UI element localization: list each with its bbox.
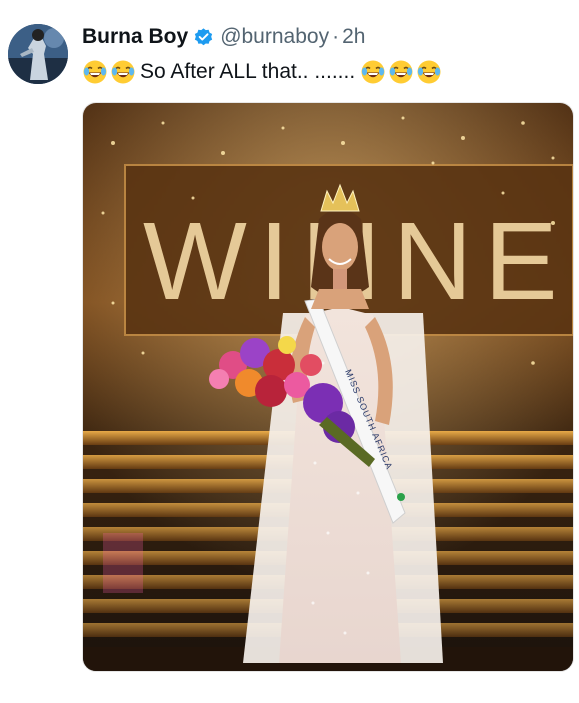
display-name[interactable]: Burna Boy — [82, 25, 188, 49]
verified-badge-icon — [193, 27, 214, 48]
tweet-header: Burna Boy @burnaboy · 2h — [82, 22, 365, 52]
joy-emoji-icon — [416, 59, 442, 85]
tweet-photo[interactable]: WINNE — [82, 102, 574, 672]
tweet-text-content: So After ALL that.. ....... — [140, 60, 356, 83]
joy-emoji-icon — [360, 59, 386, 85]
joy-emoji-icon — [82, 59, 108, 85]
tweet-text: So After ALL that.. ....... — [82, 56, 444, 88]
avatar[interactable] — [8, 24, 68, 84]
separator-dot: · — [332, 25, 340, 48]
joy-emoji-icon — [388, 59, 414, 85]
timestamp[interactable]: 2h — [342, 25, 365, 49]
handle[interactable]: @burnaboy — [220, 25, 329, 49]
joy-emoji-icon — [110, 59, 136, 85]
tweet[interactable]: Burna Boy @burnaboy · 2h So After ALL th… — [0, 0, 579, 703]
